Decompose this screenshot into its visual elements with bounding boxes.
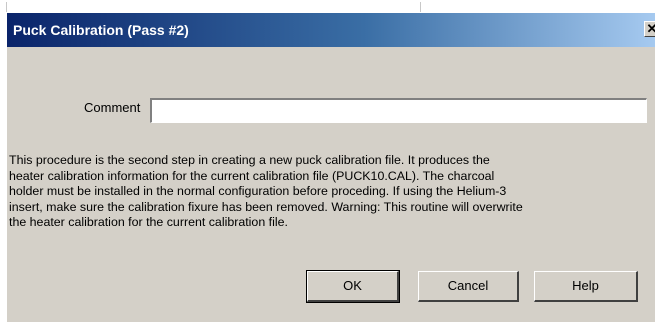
window-edge-divider (420, 2, 421, 12)
background-window-edge (0, 0, 655, 12)
dialog-title: Puck Calibration (Pass #2) (13, 22, 189, 38)
close-icon[interactable]: ✕ (644, 21, 655, 37)
puck-calibration-dialog: Puck Calibration (Pass #2) ✕ Comment Thi… (6, 12, 655, 322)
help-button[interactable]: Help (534, 271, 638, 302)
window-edge-divider (6, 2, 7, 12)
ok-button[interactable]: OK (306, 270, 400, 303)
title-bar[interactable]: Puck Calibration (Pass #2) ✕ (7, 13, 655, 47)
cancel-button[interactable]: Cancel (418, 271, 519, 302)
comment-label: Comment (84, 100, 141, 115)
procedure-description: This procedure is the second step in cre… (9, 153, 523, 229)
comment-input[interactable] (150, 98, 647, 123)
